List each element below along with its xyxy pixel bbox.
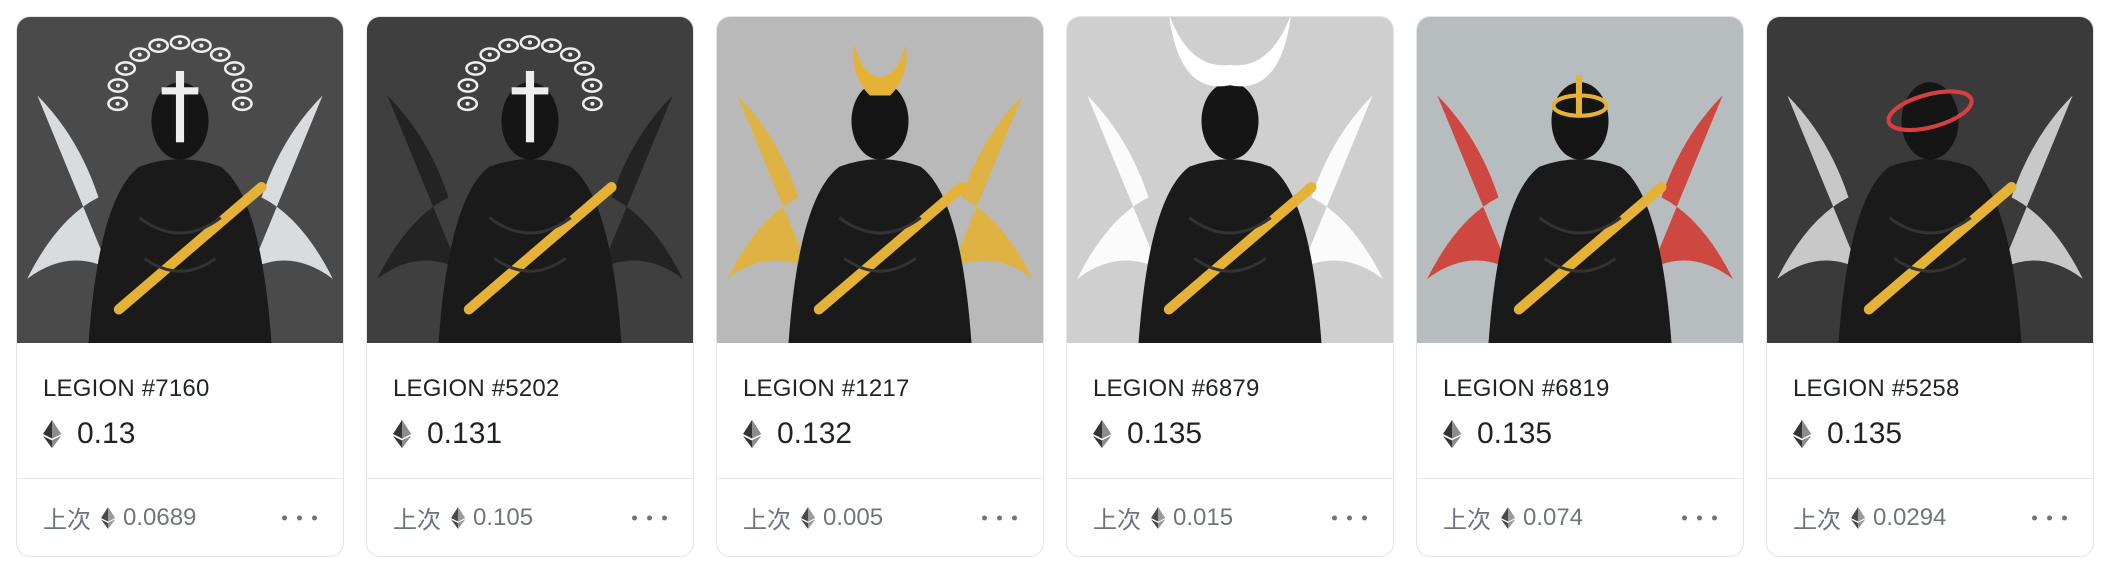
ellipsis-icon[interactable] xyxy=(1332,515,1367,520)
nft-card-info: LEGION #6879 0.135 xyxy=(1067,343,1393,479)
nft-card[interactable]: LEGION #6879 0.135 上次 0.015 xyxy=(1066,16,1394,557)
last-sale-label: 上次 xyxy=(743,507,791,534)
nft-artwork-image[interactable] xyxy=(367,17,693,343)
nft-card-footer: 上次 0.0689 xyxy=(17,479,343,556)
last-sale-value: 0.015 xyxy=(1173,503,1234,531)
ethereum-icon xyxy=(43,420,61,448)
nft-card-info: LEGION #6819 0.135 xyxy=(1417,343,1743,479)
nft-card-row: LEGION #7160 0.13 上次 0.0689 LEGION #5202 xyxy=(16,16,2094,557)
nft-card-info: LEGION #5202 0.131 xyxy=(367,343,693,479)
nft-card[interactable]: LEGION #6819 0.135 上次 0.074 xyxy=(1416,16,1744,557)
nft-card[interactable]: LEGION #7160 0.13 上次 0.0689 xyxy=(16,16,344,557)
last-sale-label: 上次 xyxy=(43,507,91,534)
ethereum-icon xyxy=(801,506,815,530)
ethereum-icon xyxy=(1851,506,1865,530)
nft-card-info: LEGION #5258 0.135 xyxy=(1767,343,2093,479)
nft-card-footer: 上次 0.015 xyxy=(1067,479,1393,556)
nft-price-value: 0.131 xyxy=(427,417,503,450)
ethereum-icon xyxy=(451,506,465,530)
nft-card[interactable]: LEGION #1217 0.132 上次 0.005 xyxy=(716,16,1044,557)
nft-name: LEGION #5202 xyxy=(393,375,560,402)
ellipsis-icon[interactable] xyxy=(2032,515,2067,520)
nft-name: LEGION #7160 xyxy=(43,375,210,402)
nft-card[interactable]: LEGION #5258 0.135 上次 0.0294 xyxy=(1766,16,2094,557)
last-sale-value: 0.105 xyxy=(473,503,534,531)
nft-artwork-image[interactable] xyxy=(717,17,1043,343)
nft-card[interactable]: LEGION #5202 0.131 上次 0.105 xyxy=(366,16,694,557)
ethereum-icon xyxy=(1501,506,1515,530)
nft-artwork-image[interactable] xyxy=(1417,17,1743,343)
ellipsis-icon[interactable] xyxy=(1682,515,1717,520)
last-sale-value: 0.0689 xyxy=(123,503,197,531)
nft-price: 0.135 xyxy=(1443,417,1717,451)
nft-artwork-image[interactable] xyxy=(17,17,343,343)
nft-price: 0.13 xyxy=(43,417,317,451)
ethereum-icon xyxy=(1443,420,1461,448)
nft-price-value: 0.135 xyxy=(1827,417,1903,450)
nft-card-info: LEGION #7160 0.13 xyxy=(17,343,343,479)
nft-price-value: 0.132 xyxy=(777,417,853,450)
ellipsis-icon[interactable] xyxy=(632,515,667,520)
ellipsis-icon[interactable] xyxy=(282,515,317,520)
nft-card-info: LEGION #1217 0.132 xyxy=(717,343,1043,479)
ethereum-icon xyxy=(101,506,115,530)
nft-price: 0.135 xyxy=(1793,417,2067,451)
nft-card-footer: 上次 0.005 xyxy=(717,479,1043,556)
nft-name: LEGION #6879 xyxy=(1093,375,1260,402)
nft-name: LEGION #5258 xyxy=(1793,375,1960,402)
nft-artwork-image[interactable] xyxy=(1767,17,2093,343)
ethereum-icon xyxy=(743,420,761,448)
ellipsis-icon[interactable] xyxy=(982,515,1017,520)
nft-price-value: 0.135 xyxy=(1127,417,1203,450)
nft-price: 0.131 xyxy=(393,417,667,451)
last-sale-label: 上次 xyxy=(1443,507,1491,534)
nft-card-footer: 上次 0.0294 xyxy=(1767,479,2093,556)
nft-price-value: 0.135 xyxy=(1477,417,1553,450)
nft-card-footer: 上次 0.105 xyxy=(367,479,693,556)
last-sale-value: 0.0294 xyxy=(1873,503,1947,531)
last-sale-label: 上次 xyxy=(393,507,441,534)
nft-price: 0.132 xyxy=(743,417,1017,451)
last-sale-label: 上次 xyxy=(1793,507,1841,534)
ethereum-icon xyxy=(1151,506,1165,530)
nft-price: 0.135 xyxy=(1093,417,1367,451)
nft-name: LEGION #1217 xyxy=(743,375,910,402)
last-sale-value: 0.005 xyxy=(823,503,884,531)
ethereum-icon xyxy=(393,420,411,448)
nft-name: LEGION #6819 xyxy=(1443,375,1610,402)
last-sale-label: 上次 xyxy=(1093,507,1141,534)
nft-artwork-image[interactable] xyxy=(1067,17,1393,343)
last-sale-value: 0.074 xyxy=(1523,503,1584,531)
nft-card-footer: 上次 0.074 xyxy=(1417,479,1743,556)
nft-price-value: 0.13 xyxy=(77,417,136,450)
ethereum-icon xyxy=(1093,420,1111,448)
ethereum-icon xyxy=(1793,420,1811,448)
